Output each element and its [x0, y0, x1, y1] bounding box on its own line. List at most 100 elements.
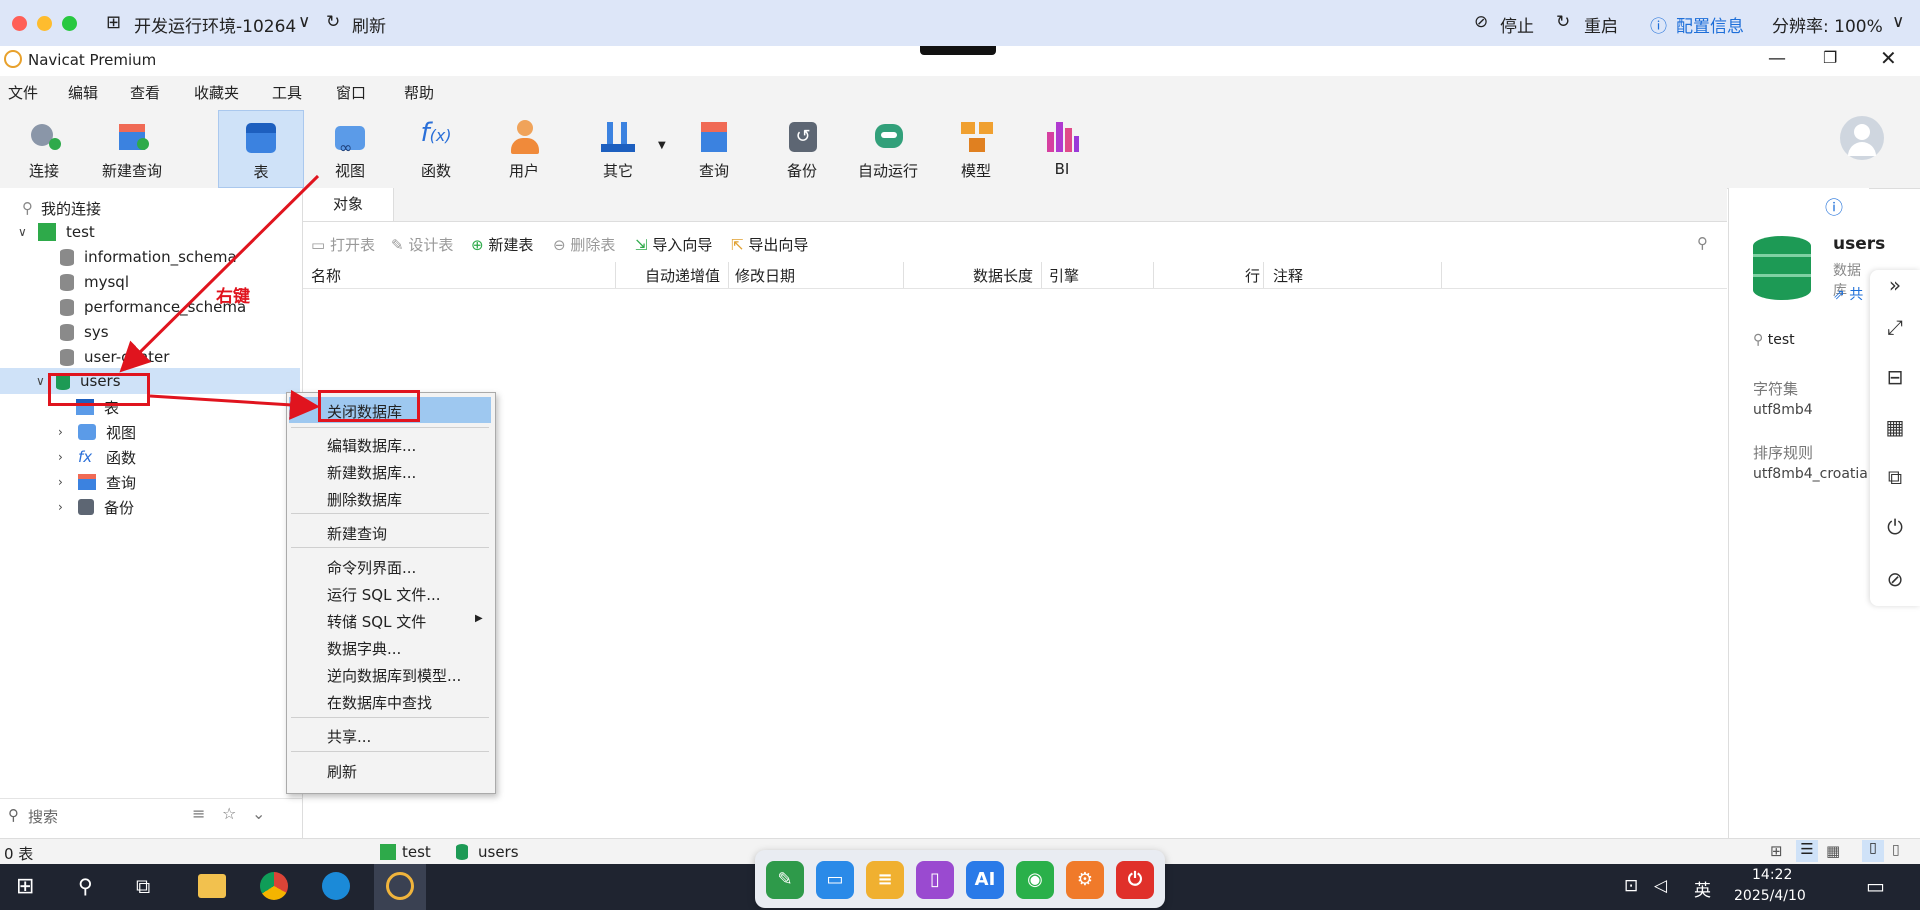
grid-view-icon[interactable]: ⊞ [1770, 842, 1783, 860]
info-share-link[interactable]: ⇗ 共 [1833, 284, 1863, 304]
maximize-dot-icon[interactable] [62, 16, 77, 31]
new-query-button[interactable]: 新建查询 [90, 110, 174, 186]
col-rows[interactable]: 行 [1245, 265, 1260, 286]
tree-db-mysql[interactable]: mysql [60, 270, 129, 294]
server-icon[interactable]: ≡ [866, 861, 904, 899]
dropdown-arrow-icon[interactable]: ▼ [658, 140, 666, 151]
restart-button[interactable]: 重启 [1584, 12, 1618, 37]
ctx-delete-database[interactable]: 删除数据库 [327, 489, 402, 510]
search-icon[interactable]: ⚲ [1697, 234, 1708, 252]
new-table-button[interactable]: ⊕ 新建表 [471, 234, 533, 255]
chevron-right-icon[interactable]: › [58, 450, 72, 464]
collapse-icon[interactable]: ⌄ [252, 804, 265, 823]
chevron-right-icon[interactable]: › [58, 500, 72, 514]
restore-icon[interactable]: ❐ [1823, 48, 1837, 67]
table-button[interactable]: 表 [218, 110, 304, 188]
env-selector[interactable]: 开发运行环境-10264 [134, 12, 296, 37]
col-auto-increment[interactable]: 自动递增值 [645, 265, 720, 286]
menu-window[interactable]: 窗口 [336, 82, 366, 103]
ctx-edit-database[interactable]: 编辑数据库... [327, 435, 416, 456]
expand-icon[interactable]: » [1884, 274, 1906, 296]
ctx-new-database[interactable]: 新建数据库... [327, 462, 416, 483]
windows-start-icon[interactable]: ⊞ [16, 874, 34, 899]
chrome-icon[interactable] [260, 872, 288, 900]
search-icon[interactable]: ⚲ [78, 874, 93, 898]
user-button[interactable]: 用户 [482, 110, 566, 186]
ctx-run-sql-file[interactable]: 运行 SQL 文件... [327, 584, 441, 605]
export-wizard-button[interactable]: ⇱ 导出向导 [731, 234, 808, 255]
open-table-button[interactable]: ▭ 打开表 [311, 234, 375, 255]
tree-search-input[interactable]: 搜索 [28, 806, 58, 827]
task-view-icon[interactable]: ⧉ [136, 874, 150, 898]
ctx-command-line[interactable]: 命令列界面... [327, 557, 416, 578]
avatar[interactable] [1840, 116, 1884, 160]
ctx-dump-sql-file[interactable]: 转储 SQL 文件 [327, 611, 426, 632]
file-explorer-icon[interactable] [198, 874, 226, 898]
ai-icon[interactable]: AI [966, 861, 1004, 899]
automation-button[interactable]: 自动运行 [846, 110, 930, 186]
model-button[interactable]: 模型 [934, 110, 1018, 186]
close-dot-icon[interactable] [12, 16, 27, 31]
close-icon[interactable]: ✕ [1880, 46, 1897, 70]
ime-indicator[interactable]: 英 [1694, 876, 1711, 901]
edge-icon[interactable] [322, 872, 350, 900]
volume-icon[interactable]: ◁ [1654, 876, 1667, 896]
desktop-icon[interactable]: ▭ [816, 861, 854, 899]
chevron-right-icon[interactable]: › [58, 425, 72, 439]
right-panel-icon[interactable]: ▯ [1892, 842, 1900, 858]
power-icon[interactable]: ⏻ [1884, 516, 1906, 538]
ctx-share[interactable]: 共享... [327, 726, 371, 747]
tree-db-information-schema[interactable]: information_schema [60, 245, 237, 269]
tree-db-sys[interactable]: sys [60, 320, 109, 344]
tree-db-user-center[interactable]: user-center [60, 345, 169, 369]
menu-tools[interactable]: 工具 [272, 82, 302, 103]
filter-icon[interactable]: ≡ [192, 804, 205, 823]
menu-view[interactable]: 查看 [130, 82, 160, 103]
menu-favorites[interactable]: 收藏夹 [194, 82, 239, 103]
tree-root[interactable]: ⚲ 我的连接 [22, 196, 101, 220]
ctx-new-query[interactable]: 新建查询 [327, 523, 387, 544]
detail-view-icon[interactable]: ▦ [1826, 842, 1840, 860]
menu-file[interactable]: 文件 [8, 82, 38, 103]
chevron-down-icon[interactable]: ∨ [18, 225, 32, 239]
copy-icon[interactable]: ⧉ [1884, 466, 1906, 488]
query-button[interactable]: 查询 [672, 110, 756, 186]
tree-users-functions[interactable]: › fx 函数 [58, 445, 136, 469]
tree-users-backups[interactable]: › 备份 [58, 495, 134, 519]
chevron-down-icon[interactable]: ∨ [298, 12, 310, 32]
refresh-button[interactable]: 刷新 [352, 12, 386, 37]
col-comment[interactable]: 注释 [1273, 265, 1303, 286]
minimize-dot-icon[interactable] [37, 16, 52, 31]
connect-button[interactable]: 连接 [2, 110, 86, 186]
resolution-selector[interactable]: 分辨率: 100% [1772, 12, 1883, 37]
list-view-icon[interactable]: ☰ [1796, 840, 1818, 862]
chevron-right-icon[interactable]: › [58, 475, 72, 489]
ctx-refresh[interactable]: 刷新 [327, 761, 357, 782]
backup-button[interactable]: ↺ 备份 [760, 110, 844, 186]
info-icon[interactable]: ⓘ [1825, 194, 1843, 220]
signature-icon[interactable]: ✎ [766, 861, 804, 899]
bi-button[interactable]: BI [1020, 110, 1104, 186]
view-button[interactable]: ∞ 视图 [308, 110, 392, 186]
layout-icon[interactable]: ▦ [1884, 416, 1906, 438]
col-name[interactable]: 名称 [311, 265, 341, 286]
power-icon[interactable]: ⏻ [1116, 861, 1154, 899]
tab-objects[interactable]: 对象 [303, 188, 394, 221]
config-info-button[interactable]: 配置信息 [1676, 12, 1744, 37]
split-icon[interactable]: ⊟ [1884, 366, 1906, 388]
function-button[interactable]: f(x) 函数 [394, 110, 478, 186]
chevron-down-icon[interactable]: ∨ [1892, 12, 1904, 32]
col-data-length[interactable]: 数据长度 [973, 265, 1033, 286]
star-icon[interactable]: ☆ [222, 804, 236, 823]
network-icon[interactable]: ⊡ [1624, 876, 1638, 896]
left-panel-icon[interactable]: ▯ [1862, 840, 1884, 862]
tree-users-views[interactable]: › 视图 [58, 420, 136, 444]
ctx-find-in-database[interactable]: 在数据库中查找 [327, 692, 432, 713]
settings-gear-icon[interactable]: ⚙ [1066, 861, 1104, 899]
notification-icon[interactable]: ▭ [1866, 874, 1885, 898]
navicat-taskbar-item[interactable] [374, 864, 426, 910]
minimize-icon[interactable]: — [1768, 48, 1786, 69]
fullscreen-icon[interactable]: ⤢ [1884, 316, 1906, 338]
hide-icon[interactable]: ⊘ [1884, 568, 1906, 590]
stop-button[interactable]: 停止 [1500, 12, 1534, 37]
